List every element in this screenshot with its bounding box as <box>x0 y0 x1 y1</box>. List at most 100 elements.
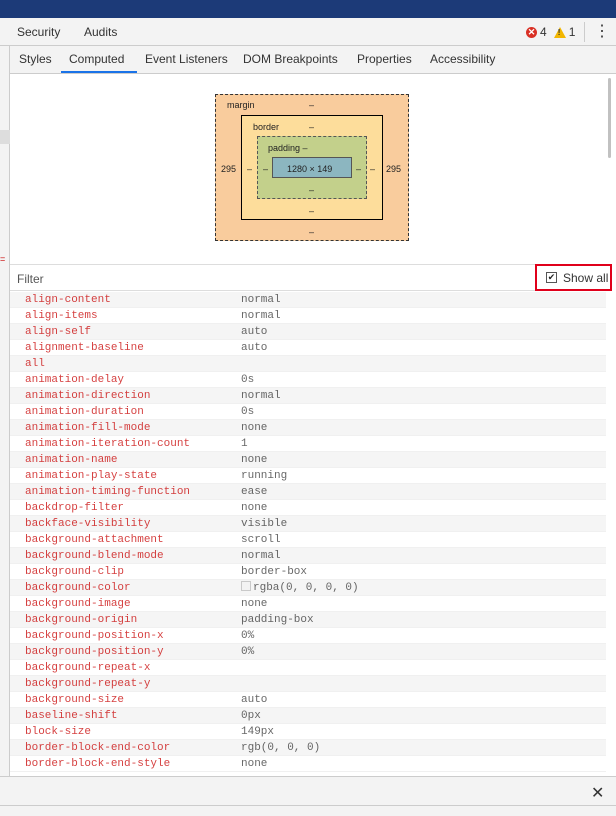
issue-counter[interactable]: ✕ 4 ! 1 <box>526 25 575 39</box>
border-left-value[interactable]: – <box>247 164 252 174</box>
property-row[interactable]: background-repeat-x <box>10 660 606 676</box>
border-bottom-value[interactable]: – <box>309 206 314 216</box>
sidebar-tab-bar: Styles Computed Event Listeners DOM Brea… <box>10 46 616 74</box>
property-value-text: running <box>241 470 288 482</box>
property-name: background-image <box>25 598 131 610</box>
property-row[interactable]: background-blend-mode normal <box>10 548 606 564</box>
error-count: 4 <box>540 25 547 39</box>
padding-bottom-value[interactable]: – <box>309 185 314 195</box>
property-row[interactable]: border-block-end-color rgb(0, 0, 0) <box>10 740 606 756</box>
property-name: animation-iteration-count <box>25 438 191 450</box>
tab-properties[interactable]: Properties <box>357 52 412 66</box>
property-name: background-repeat-x <box>25 662 151 674</box>
property-row[interactable]: align-content normal <box>10 292 606 308</box>
property-name: background-repeat-y <box>25 678 151 690</box>
property-row[interactable]: animation-direction normal <box>10 388 606 404</box>
color-swatch-icon[interactable] <box>241 581 251 591</box>
more-options-icon[interactable]: ⋮ <box>594 22 610 42</box>
property-name: background-clip <box>25 566 125 578</box>
property-row[interactable]: background-repeat-y <box>10 676 606 692</box>
property-row[interactable]: animation-timing-function ease <box>10 484 606 500</box>
tab-styles[interactable]: Styles <box>19 52 52 66</box>
property-value: none <box>241 420 267 436</box>
property-name: background-size <box>25 694 125 706</box>
property-name: animation-delay <box>25 374 125 386</box>
show-all-checkbox[interactable]: ✔ <box>546 272 557 283</box>
property-row[interactable]: block-size 149px <box>10 724 606 740</box>
property-name: align-self <box>25 326 92 338</box>
margin-top-value[interactable]: – <box>309 100 314 110</box>
property-value: normal <box>241 292 281 308</box>
border-right-value[interactable]: – <box>370 164 375 174</box>
property-row[interactable]: animation-fill-mode none <box>10 420 606 436</box>
property-value-text: rgba(0, 0, 0, 0) <box>253 582 359 594</box>
filter-input[interactable]: Filter <box>17 272 44 286</box>
property-name: animation-duration <box>25 406 144 418</box>
scrollbar-thumb[interactable] <box>608 78 611 158</box>
property-row[interactable]: animation-play-state running <box>10 468 606 484</box>
property-value: padding-box <box>241 612 314 628</box>
elements-panel-edge: = <box>0 46 10 776</box>
padding-left-value[interactable]: – <box>263 164 268 174</box>
property-name: background-blend-mode <box>25 550 164 562</box>
property-value: auto <box>241 340 267 356</box>
property-name: background-position-x <box>25 630 164 642</box>
property-value: auto <box>241 692 267 708</box>
show-all-toggle[interactable]: ✔ Show all <box>535 264 612 291</box>
property-name: animation-name <box>25 454 118 466</box>
vertical-scrollbar[interactable] <box>606 74 616 776</box>
property-row[interactable]: alignment-baseline auto <box>10 340 606 356</box>
property-row[interactable]: background-clip border-box <box>10 564 606 580</box>
property-row[interactable]: align-items normal <box>10 308 606 324</box>
property-row[interactable]: background-origin padding-box <box>10 612 606 628</box>
tab-accessibility[interactable]: Accessibility <box>430 52 495 66</box>
property-row[interactable]: background-image none <box>10 596 606 612</box>
property-value: visible <box>241 516 287 532</box>
property-row[interactable]: align-self auto <box>10 324 606 340</box>
tab-dom-breakpoints[interactable]: DOM Breakpoints <box>243 52 338 66</box>
property-value: normal <box>241 308 281 324</box>
property-value-text: 0% <box>241 646 255 658</box>
property-value-text: padding-box <box>241 614 314 626</box>
margin-left-value[interactable]: 295 <box>221 164 236 174</box>
tab-computed[interactable]: Computed <box>69 52 124 66</box>
property-row[interactable]: background-color rgba(0, 0, 0, 0) <box>10 580 606 596</box>
toolbar-divider <box>584 22 585 42</box>
padding-right-value[interactable]: – <box>356 164 361 174</box>
property-row[interactable]: backdrop-filter none <box>10 500 606 516</box>
property-row[interactable]: background-attachment scroll <box>10 532 606 548</box>
property-row[interactable]: all <box>10 356 606 372</box>
error-icon: ✕ <box>526 26 537 38</box>
property-row[interactable]: backface-visibility visible <box>10 516 606 532</box>
property-value-text: 0px <box>241 710 261 722</box>
main-tab-bar: Security Audits ✕ 4 ! 1 ⋮ <box>0 18 616 46</box>
property-value-text: auto <box>241 326 268 338</box>
border-top-value[interactable]: – <box>309 122 314 132</box>
content-size[interactable]: 1280 × 149 <box>287 164 332 174</box>
margin-right-value[interactable]: 295 <box>386 164 401 174</box>
property-value: none <box>241 756 267 772</box>
property-value-text: 149px <box>241 726 275 738</box>
property-row[interactable]: baseline-shift 0px <box>10 708 606 724</box>
property-name: block-size <box>25 726 92 738</box>
property-row[interactable]: background-position-y 0% <box>10 644 606 660</box>
margin-bottom-value[interactable]: – <box>309 227 314 237</box>
property-row[interactable]: animation-duration 0s <box>10 404 606 420</box>
property-value: 0s <box>241 372 254 388</box>
close-drawer-icon[interactable]: ✕ <box>591 783 604 803</box>
property-value: running <box>241 468 287 484</box>
property-row[interactable]: background-position-x 0% <box>10 628 606 644</box>
property-row[interactable]: border-block-end-style none <box>10 756 606 772</box>
property-value-text: normal <box>241 550 281 562</box>
property-value-text: 1 <box>241 438 248 450</box>
property-name: backface-visibility <box>25 518 151 530</box>
tab-audits[interactable]: Audits <box>84 25 117 39</box>
tab-event-listeners[interactable]: Event Listeners <box>145 52 228 66</box>
tab-security[interactable]: Security <box>17 25 60 39</box>
show-all-label: Show all <box>563 271 609 285</box>
property-value: border-box <box>241 564 307 580</box>
property-row[interactable]: animation-name none <box>10 452 606 468</box>
property-row[interactable]: background-size auto <box>10 692 606 708</box>
property-row[interactable]: animation-iteration-count 1 <box>10 436 606 452</box>
property-row[interactable]: animation-delay 0s <box>10 372 606 388</box>
